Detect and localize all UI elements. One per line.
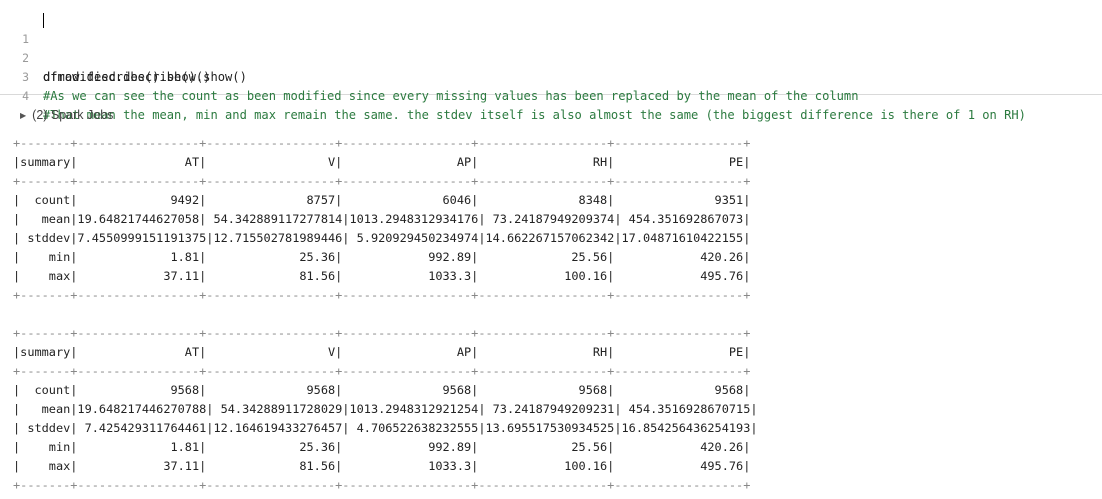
table-row: | count| 9492| 8757| 6046| 8348| 9351| (13, 193, 751, 207)
table-header-row: |summary| AT| V| AP| RH| PE| (13, 345, 751, 359)
table-border: +-------+-----------------+-------------… (13, 288, 751, 302)
spark-jobs-label: (2) Spark Jobs (32, 108, 114, 122)
text-cursor (43, 13, 44, 28)
table-row: | min| 1.81| 25.36| 992.89| 25.56| 420.2… (13, 440, 751, 454)
table-row: | mean|19.64821744627058| 54.34288911727… (13, 212, 751, 226)
spark-jobs-toggle[interactable]: ▶ (2) Spark Jobs (20, 106, 113, 124)
table-border: +-------+-----------------+-------------… (13, 136, 751, 150)
table-row: | mean|19.648217446270788| 54.3428891172… (13, 402, 758, 416)
code-line[interactable]: 3 #As we can see the count as been modif… (0, 49, 858, 103)
code-cell[interactable]: 1 dfraw.describe().show() 2 dfmodified.d… (0, 0, 1102, 122)
code-line[interactable]: 4 #That mean the mean, min and max remai… (0, 68, 1026, 122)
table-border: +-------+-----------------+-------------… (13, 478, 751, 492)
table-border: +-------+-----------------+-------------… (13, 326, 751, 340)
table-row: | min| 1.81| 25.36| 992.89| 25.56| 420.2… (13, 250, 751, 264)
table-header-row: |summary| AT| V| AP| RH| PE| (13, 155, 751, 169)
table-row: | stddev|7.4550999151191375|12.715502781… (13, 231, 751, 245)
table-row: | max| 37.11| 81.56| 1033.3| 100.16| 495… (13, 459, 751, 473)
expand-triangle-icon: ▶ (20, 111, 27, 120)
code-comment[interactable]: #That mean the mean, min and max remain … (43, 106, 1026, 125)
code-comment[interactable]: #As we can see the count as been modifie… (43, 87, 858, 106)
table-row: | count| 9568| 9568| 9568| 9568| 9568| (13, 383, 751, 397)
code-text[interactable]: dfmodified.describe().show() (43, 68, 247, 87)
code-line[interactable]: 2 dfmodified.describe().show() (0, 30, 247, 84)
code-line[interactable]: 1 dfraw.describe().show() (0, 11, 210, 84)
table-row: | max| 37.11| 81.56| 1033.3| 100.16| 495… (13, 269, 751, 283)
table-border: +-------+-----------------+-------------… (13, 364, 751, 378)
table-row: | stddev| 7.425429311764461|12.164619433… (13, 421, 758, 435)
table-border: +-------+-----------------+-------------… (13, 174, 751, 188)
line-number: 4 (22, 89, 29, 103)
